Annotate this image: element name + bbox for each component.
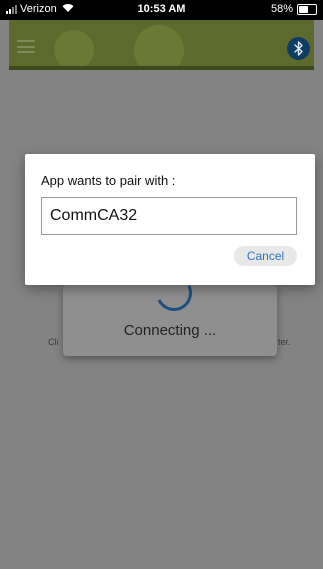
instruction-text-right: ter.: [278, 337, 291, 347]
hamburger-menu-icon[interactable]: [17, 40, 35, 53]
instruction-text-left: Cli: [48, 337, 59, 347]
battery-icon: [297, 3, 317, 15]
pair-dialog-title: App wants to pair with :: [41, 173, 176, 188]
status-bar: Verizon 10:53 AM 58%: [0, 0, 323, 20]
battery-percent: 58%: [270, 3, 293, 15]
cancel-button[interactable]: Cancel: [234, 246, 297, 266]
status-right: 58%: [271, 3, 317, 15]
connecting-panel: Connecting ...: [63, 269, 277, 356]
bluetooth-icon[interactable]: [287, 37, 310, 60]
connecting-text: Connecting ...: [123, 322, 217, 339]
device-name-field[interactable]: [41, 197, 297, 235]
app-header: [9, 20, 314, 70]
pair-dialog: App wants to pair with : Cancel: [25, 154, 315, 285]
